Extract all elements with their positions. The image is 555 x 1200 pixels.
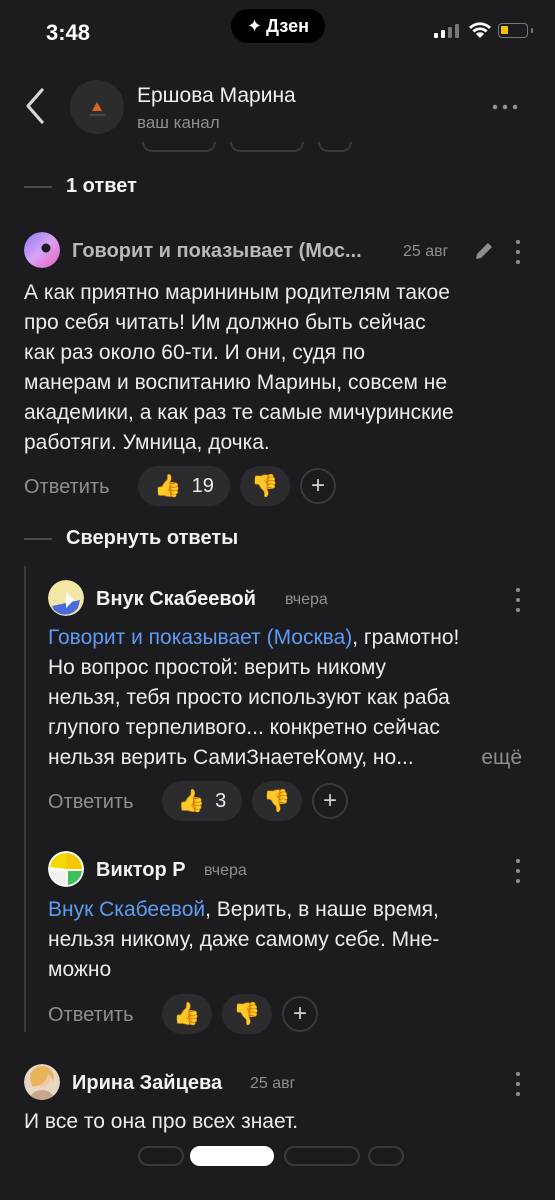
- add-reaction-peek: [368, 1146, 404, 1166]
- comment-date: вчера: [285, 591, 328, 608]
- thumbs-down-icon: 👎: [263, 788, 291, 813]
- dzen-app-pill[interactable]: ✦ Дзен: [231, 9, 325, 43]
- thumbs-down-icon: 👎: [233, 1001, 261, 1026]
- reaction-pill-peek: [142, 142, 216, 152]
- wifi-icon: [469, 22, 491, 38]
- comment-date: вчера: [204, 862, 247, 879]
- avatar[interactable]: [48, 580, 84, 616]
- comment-author[interactable]: Ирина Зайцева: [72, 1072, 222, 1095]
- dzen-pill-label: Дзен: [266, 15, 309, 36]
- add-reaction-button[interactable]: +: [312, 783, 348, 819]
- reaction-pill-peek: [284, 1146, 360, 1166]
- dislike-button[interactable]: 👎: [252, 781, 302, 821]
- avatar-image: [24, 1064, 60, 1100]
- plus-icon: +: [292, 1000, 307, 1027]
- collapse-replies-button[interactable]: Свернуть ответы: [66, 527, 238, 550]
- avatar-image: [48, 580, 84, 616]
- more-vertical-icon[interactable]: [508, 588, 528, 612]
- more-horizontal-icon[interactable]: [490, 100, 520, 114]
- avatar-image: [48, 851, 84, 887]
- reaction-pill-peek: [230, 142, 304, 152]
- reply-button[interactable]: Ответить: [48, 791, 134, 814]
- pencil-icon[interactable]: [472, 239, 496, 263]
- comment-text: Внук Скабеевой, Верить, в наше время, не…: [48, 898, 440, 981]
- dislike-button[interactable]: 👎: [222, 994, 272, 1034]
- comment-text: А как приятно марининым родителям такое …: [24, 281, 454, 454]
- like-button[interactable]: 👍: [162, 994, 212, 1034]
- comment-author[interactable]: Говорит и показывает (Мос...: [72, 240, 362, 263]
- show-more-link[interactable]: ещё: [481, 743, 522, 773]
- comment-date: 25 авг: [403, 243, 449, 260]
- thumbs-down-icon: 👎: [251, 473, 279, 498]
- sparkle-icon: ✦: [247, 15, 263, 36]
- mention-link[interactable]: Внук Скабеевой: [48, 898, 205, 921]
- reply-button[interactable]: Ответить: [24, 476, 110, 499]
- avatar[interactable]: [48, 851, 84, 887]
- mention-link[interactable]: Говорит и показывает (Москва): [48, 626, 352, 649]
- channel-avatar[interactable]: [70, 80, 124, 134]
- channel-name[interactable]: Ершова Марина: [137, 84, 296, 108]
- thread-line: [24, 186, 52, 188]
- comment-text-last-line: нельзя верить СамиЗнаетеКому, но... ещё: [48, 743, 524, 773]
- comment-text: И все то она про всех знает.: [24, 1110, 299, 1133]
- more-vertical-icon[interactable]: [508, 1072, 528, 1096]
- replies-count[interactable]: 1 ответ: [66, 175, 137, 198]
- comment-text: Говорит и показывает (Москва), грамотно!…: [48, 626, 460, 739]
- avatar[interactable]: [24, 232, 60, 268]
- thumbs-up-icon: 👍: [154, 473, 182, 498]
- add-reaction-button[interactable]: +: [282, 996, 318, 1032]
- channel-subtitle: ваш канал: [137, 113, 220, 132]
- plus-icon: +: [322, 787, 337, 814]
- thumbs-up-icon: 👍: [177, 788, 206, 813]
- reply-button[interactable]: Ответить: [48, 1004, 134, 1027]
- like-count: 3: [215, 789, 227, 812]
- comment-author[interactable]: Виктор Р: [96, 859, 186, 882]
- battery-icon: [498, 23, 528, 38]
- cellular-signal-icon: [434, 24, 459, 38]
- chevron-left-icon[interactable]: [20, 86, 50, 126]
- comment-date: 25 авг: [250, 1075, 296, 1092]
- status-bar: 3:48 ✦ Дзен: [0, 0, 555, 62]
- add-reaction-button[interactable]: +: [300, 468, 336, 504]
- thread-line: [24, 538, 52, 540]
- channel-header: Ершова Марина ваш канал: [0, 62, 555, 148]
- reaction-pill-peek: [138, 1146, 184, 1166]
- plus-icon: +: [310, 472, 325, 499]
- avatar[interactable]: [24, 1064, 60, 1100]
- more-vertical-icon[interactable]: [508, 859, 528, 883]
- comment-author[interactable]: Внук Скабеевой: [96, 588, 256, 611]
- dislike-button[interactable]: 👎: [240, 466, 290, 506]
- avatar-image: [24, 232, 60, 268]
- reaction-pill-peek: [190, 1146, 274, 1166]
- like-count: 19: [191, 474, 214, 497]
- channel-logo-icon: [89, 102, 105, 116]
- status-time: 3:48: [46, 20, 91, 45]
- thumbs-up-icon: 👍: [173, 1001, 201, 1026]
- like-button[interactable]: 👍 3: [162, 781, 242, 821]
- add-reaction-peek: [318, 142, 352, 152]
- more-vertical-icon[interactable]: [508, 240, 528, 264]
- reply-thread-bar: [24, 566, 26, 1032]
- like-button[interactable]: 👍 19: [138, 466, 230, 506]
